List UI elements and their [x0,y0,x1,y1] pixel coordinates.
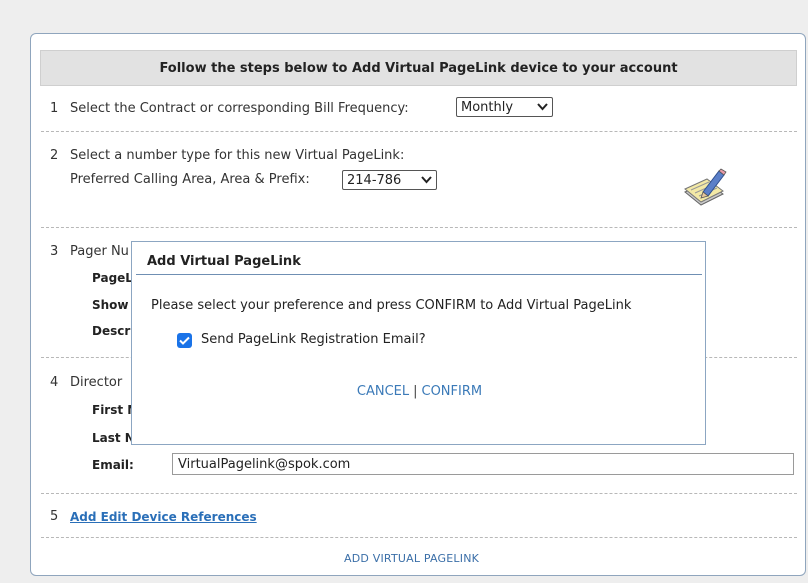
panel-header: Follow the steps below to Add Virtual Pa… [40,50,797,86]
divider [41,131,797,132]
step-2-label: Select a number type for this new Virtua… [70,148,405,163]
notepad-pencil-icon[interactable] [681,168,727,208]
registration-email-checkbox[interactable] [177,333,192,348]
email-label: Email: [92,458,134,472]
step-3-label: Pager Nu [70,244,129,259]
divider [41,537,797,538]
step-1-label: Select the Contract or corresponding Bil… [70,101,409,116]
bill-frequency-select[interactable]: Monthly [456,97,553,117]
step-3-number: 3 [50,244,59,259]
chevron-down-icon [537,103,548,111]
step-2-number: 2 [50,148,59,163]
add-virtual-pagelink-dialog: Add Virtual PageLink Please select your … [131,241,706,445]
divider [41,227,797,228]
add-edit-device-references-link[interactable]: Add Edit Device References [70,510,257,524]
calling-area-label: Preferred Calling Area, Area & Prefix: [70,172,310,187]
add-virtual-pagelink-button[interactable]: ADD VIRTUAL PAGELINK [344,552,479,565]
divider [41,493,797,494]
chevron-down-icon [421,176,432,184]
step-1-number: 1 [50,101,59,116]
bill-frequency-value: Monthly [461,99,514,115]
last-name-label: Last N [92,431,135,445]
dialog-title: Add Virtual PageLink [147,254,301,269]
dialog-actions: CANCEL | CONFIRM [132,384,707,399]
action-separator: | [413,384,418,399]
email-value: VirtualPagelink@spok.com [178,456,351,472]
checkmark-icon [179,336,190,345]
calling-area-select[interactable]: 214-786 [342,170,437,190]
step-4-number: 4 [50,375,59,390]
email-input[interactable]: VirtualPagelink@spok.com [172,453,794,475]
step-5-number: 5 [50,509,59,524]
dialog-message: Please select your preference and press … [151,298,632,313]
registration-email-label[interactable]: Send PageLink Registration Email? [201,332,426,347]
pagelink-label: PageL [92,271,133,285]
dialog-title-rule [136,274,702,275]
confirm-button[interactable]: CONFIRM [422,384,483,399]
step-4-label: Director [70,375,123,390]
cancel-button[interactable]: CANCEL [357,384,409,399]
panel-title: Follow the steps below to Add Virtual Pa… [159,60,678,76]
description-label: Descri [92,324,135,338]
calling-area-value: 214-786 [347,172,402,188]
show-label: Show [92,298,129,312]
